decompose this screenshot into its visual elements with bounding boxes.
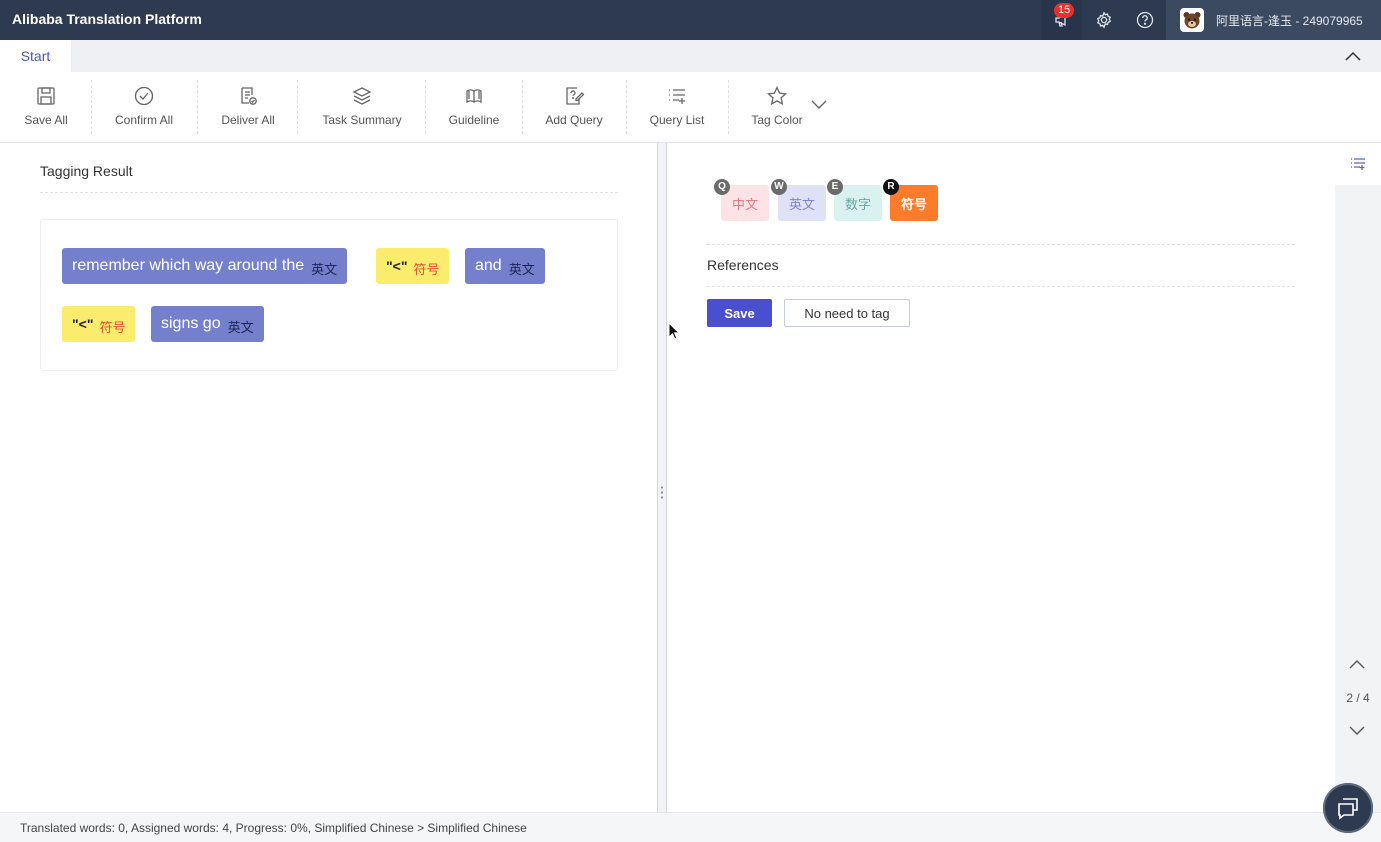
chip-tag: 英文: [311, 261, 338, 277]
hotkey-badge: Q: [714, 179, 730, 195]
chip-tag: 英文: [227, 319, 254, 335]
chip-text: signs go: [161, 315, 221, 332]
tag-chip-symbol[interactable]: "<" 符号: [376, 248, 450, 284]
confirm-all-label: Confirm All: [114, 113, 173, 127]
tag-chip-english[interactable]: and 英文: [465, 248, 545, 284]
help-icon: [1136, 11, 1153, 29]
confirm-all-button[interactable]: Confirm All: [108, 72, 180, 143]
chip-tag: 符号: [413, 261, 440, 277]
save-all-label: Save All: [24, 113, 68, 127]
tag-chip-english[interactable]: signs go 英文: [151, 306, 264, 342]
tagging-result-title: Tagging Result: [40, 163, 133, 179]
toolbar-divider: [297, 80, 298, 134]
add-query-button[interactable]: Add Query: [539, 72, 609, 143]
hotkey-badge: R: [883, 179, 899, 195]
task-summary-label: Task Summary: [322, 113, 402, 127]
toolbar-divider: [91, 80, 92, 134]
deliver-all-label: Deliver All: [221, 113, 275, 127]
chip-text: "<": [386, 258, 408, 274]
chip-tag: 符号: [99, 319, 126, 335]
tag-panel: 中文 英文 数字 符号 Q W E R References Save No n…: [667, 143, 1335, 812]
deliver-all-button[interactable]: Deliver All: [214, 72, 282, 143]
next-segment-button[interactable]: [1348, 723, 1366, 741]
toolbar-divider: [728, 80, 729, 134]
chat-icon: [1338, 798, 1358, 820]
gear-icon: [1096, 11, 1111, 29]
toolbar: Save All Confirm All Deliver All Task Su…: [0, 72, 1381, 143]
task-summary-button[interactable]: Task Summary: [314, 72, 410, 143]
previous-segment-button[interactable]: [1348, 657, 1366, 675]
toolbar-more-button[interactable]: [810, 97, 828, 115]
collapse-toolbar-button[interactable]: [1343, 46, 1363, 66]
top-bar: Alibaba Translation Platform 15 阿里语言-逢玉 …: [0, 0, 1381, 40]
tab-bar: Start: [0, 40, 1381, 72]
save-icon: [37, 87, 55, 105]
query-list-button[interactable]: Query List: [643, 72, 711, 143]
tag-color-label: Tag Color: [751, 113, 803, 127]
app-title: Alibaba Translation Platform: [12, 11, 202, 27]
divider: [707, 286, 1295, 287]
user-name: 阿里语言-逢玉 - 249079965: [1216, 13, 1363, 28]
toolbar-divider: [425, 80, 426, 134]
outline-toggle-button[interactable]: [1335, 143, 1381, 185]
save-button[interactable]: Save: [707, 299, 772, 327]
settings-button[interactable]: [1083, 0, 1124, 40]
drag-handle-icon: [661, 485, 663, 501]
tag-color-button[interactable]: Tag Color: [745, 72, 809, 143]
chip-tag: 英文: [508, 261, 535, 277]
star-icon: [766, 85, 788, 106]
edit-query-icon: [566, 87, 585, 105]
save-all-button[interactable]: Save All: [20, 72, 72, 143]
chevron-up-icon: [1349, 660, 1365, 669]
list-add-icon: [669, 89, 685, 104]
tag-chip-symbol[interactable]: "<" 符号: [62, 306, 136, 342]
bear-avatar-icon: [1183, 12, 1201, 29]
chip-text: and: [475, 257, 502, 274]
toolbar-divider: [626, 80, 627, 134]
segment-pager: 2 / 4: [1346, 691, 1370, 705]
chevron-down-icon: [811, 100, 827, 109]
help-button[interactable]: [1124, 0, 1165, 40]
check-circle-icon: [134, 86, 154, 106]
chat-button[interactable]: [1323, 783, 1373, 833]
references-title: References: [707, 257, 779, 273]
no-need-to-tag-button[interactable]: No need to tag: [784, 299, 910, 327]
avatar: [1180, 8, 1204, 32]
chevron-down-icon: [1349, 726, 1365, 735]
chevron-up-icon: [1345, 51, 1361, 61]
add-query-label: Add Query: [545, 113, 603, 127]
guideline-label: Guideline: [448, 113, 500, 127]
chip-text: remember which way around the: [72, 257, 305, 274]
status-text: Translated words: 0, Assigned words: 4, …: [20, 821, 527, 835]
mouse-cursor-icon: [668, 322, 680, 340]
status-bar: Translated words: 0, Assigned words: 4, …: [0, 812, 1381, 842]
list-icon: [1351, 158, 1365, 170]
tagging-result-box: remember which way around the 英文 "<" 符号 …: [40, 219, 618, 371]
tagging-panel: Tagging Result remember which way around…: [0, 143, 657, 812]
book-icon: [466, 89, 482, 104]
divider: [707, 244, 1295, 245]
chip-text: "<": [72, 316, 94, 332]
tab-start[interactable]: Start: [0, 40, 71, 72]
query-list-label: Query List: [649, 113, 705, 127]
user-menu[interactable]: 阿里语言-逢玉 - 249079965: [1166, 0, 1381, 40]
deliver-doc-icon: [241, 87, 257, 105]
toolbar-divider: [522, 80, 523, 134]
toolbar-divider: [197, 80, 198, 134]
panel-splitter[interactable]: [657, 143, 667, 812]
right-side-strip: 2 / 4: [1335, 143, 1381, 812]
hotkey-badge: W: [771, 179, 787, 195]
hotkey-badge: E: [827, 179, 843, 195]
layers-icon: [352, 87, 372, 105]
tag-chip-english[interactable]: remember which way around the 英文: [62, 248, 348, 284]
notification-badge: 15: [1054, 3, 1075, 18]
guideline-button[interactable]: Guideline: [442, 72, 506, 143]
divider: [40, 192, 618, 193]
